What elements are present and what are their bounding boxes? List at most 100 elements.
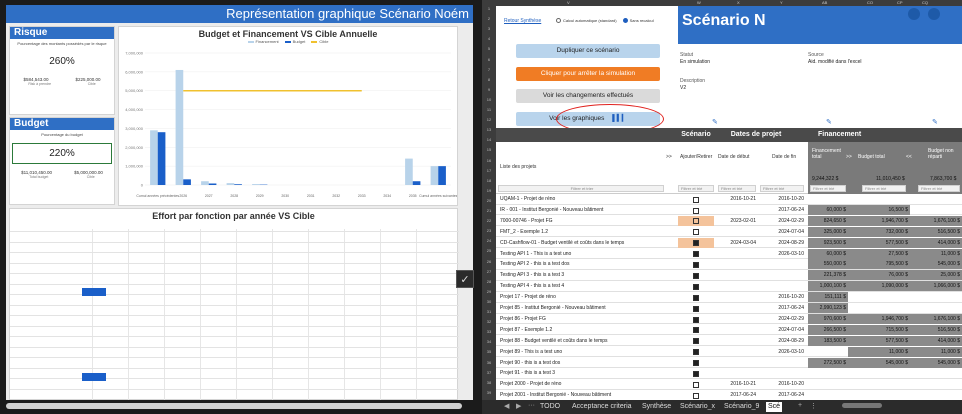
table-row[interactable]: Projet 90 - this is a test dos 272,500 $5… [496, 357, 962, 368]
row-number[interactable]: 39 [482, 390, 496, 395]
table-row[interactable]: Projet 86 - Projet FG 2024-02-29 970,600 $… [496, 313, 962, 325]
row-number[interactable]: 29 [482, 289, 496, 294]
edit-status-icon[interactable]: ✎ [712, 118, 718, 126]
row-number[interactable]: 13 [482, 127, 496, 132]
row-number[interactable]: 38 [482, 380, 496, 385]
row-number[interactable]: 7 [482, 67, 496, 72]
tab-synthese[interactable]: Synthèse [642, 402, 671, 412]
filter-start[interactable]: Filtrer et trié [718, 185, 756, 192]
row-number[interactable]: 21 [482, 208, 496, 213]
table-row[interactable]: CD-Cashflow-01 - Budget ventilé et coûts… [496, 237, 962, 249]
project-checkbox[interactable] [693, 360, 699, 367]
table-row[interactable]: Projet 17 - Projet de réno 2016-10-20 151,… [496, 292, 962, 303]
filter-add[interactable]: Filtrer et trié [678, 185, 714, 192]
row-number[interactable]: 25 [482, 248, 496, 253]
edit-description-icon[interactable]: ✎ [932, 118, 938, 126]
row-number[interactable]: 17 [482, 168, 496, 173]
project-checkbox[interactable] [693, 272, 699, 279]
row-number[interactable]: 18 [482, 178, 496, 183]
row-number[interactable]: 36 [482, 360, 496, 365]
row-number[interactable]: 9 [482, 87, 496, 92]
add-sheet-icon[interactable]: + [798, 402, 802, 409]
tab-nav-prev[interactable]: ◀ [504, 402, 509, 410]
project-checkbox[interactable] [693, 229, 699, 236]
row-number[interactable]: 31 [482, 309, 496, 314]
row-number[interactable]: 12 [482, 117, 496, 122]
project-checkbox[interactable] [693, 316, 699, 323]
project-checkbox[interactable] [693, 283, 699, 290]
view-changes-button[interactable]: Voir les changements effectués [516, 89, 660, 103]
row-number[interactable]: 4 [482, 36, 496, 41]
project-checkbox[interactable] [693, 207, 699, 214]
header-budget-collapse[interactable]: << [906, 154, 912, 160]
tab-nav-next[interactable]: ▶ [516, 402, 521, 410]
table-row[interactable]: Projet 2000 - Projet de réno 2016-10-21 20… [496, 379, 962, 390]
stop-simulation-button[interactable]: Cliquer pour arrêter la simulation [516, 67, 660, 81]
row-number[interactable]: 34 [482, 339, 496, 344]
tab-scenario-current[interactable]: Scé [766, 402, 783, 412]
filter-funding[interactable]: Filtrer et trié [810, 185, 846, 192]
row-number[interactable]: 35 [482, 349, 496, 354]
table-row[interactable]: Projet 87 - Exemple 1.2 2024-07-04 266,500… [496, 324, 962, 336]
row-number[interactable]: 2 [482, 16, 496, 21]
table-row[interactable]: Projet 85 - Institut Bergonié - Nouveau … [496, 303, 962, 314]
back-to-synthesis-link[interactable]: Retour Synthèse [504, 18, 541, 24]
row-number[interactable]: 5 [482, 46, 496, 51]
project-checkbox[interactable] [693, 338, 699, 345]
project-checkbox[interactable] [693, 305, 699, 312]
row-number[interactable]: 16 [482, 158, 496, 163]
row-number[interactable]: 3 [482, 26, 496, 31]
tab-todo[interactable]: TODO [540, 402, 560, 412]
table-row[interactable]: Testing API 3 - this is a test 3 221,378 … [496, 270, 962, 281]
table-row[interactable]: Projet 88 - Budget ventilé et coûts dans… [496, 335, 962, 347]
table-row[interactable]: Testing API 2 - this is a test dos 550,00… [496, 259, 962, 270]
project-checkbox[interactable] [693, 392, 699, 399]
row-number[interactable]: 32 [482, 319, 496, 324]
row-number[interactable]: 28 [482, 279, 496, 284]
radio-auto[interactable]: Calcul automatique (standard) [556, 18, 617, 24]
header-funding-expand[interactable]: >> [846, 154, 852, 160]
header-expand[interactable]: >> [666, 154, 672, 160]
table-row[interactable]: UQAM-1 - Projet de réno 2016-10-21 2016-10… [496, 194, 962, 205]
row-number[interactable]: 15 [482, 147, 496, 152]
radio-no-recalc[interactable]: Sans recalcul [622, 18, 654, 24]
table-row[interactable]: IR - 001 - Institut Bergonié - Nouveau b… [496, 204, 962, 216]
row-number[interactable]: 27 [482, 269, 496, 274]
filter-projects[interactable]: Filtrer et trier [498, 185, 664, 192]
right-horizontal-scrollbar[interactable] [842, 403, 882, 408]
project-checkbox[interactable] [693, 251, 699, 258]
row-number[interactable]: 6 [482, 57, 496, 62]
edit-source-icon[interactable]: ✎ [826, 118, 832, 126]
effort-chart[interactable]: Effort par fonction par année VS Cible [9, 208, 459, 400]
table-row[interactable]: FMT_2 - Exemple 1.2 2024-07-04 325,000 $73… [496, 226, 962, 238]
project-checkbox[interactable] [693, 240, 699, 247]
budget-funding-chart[interactable]: Budget et Financement VS Cible Annuelle … [118, 26, 458, 206]
row-number[interactable]: 22 [482, 218, 496, 223]
tab-acceptance[interactable]: Acceptance criteria [572, 402, 632, 412]
row-number[interactable]: 10 [482, 97, 496, 102]
project-checkbox[interactable] [693, 262, 699, 269]
tab-menu-icon[interactable]: ⋮ [810, 402, 817, 410]
row-number[interactable]: 19 [482, 188, 496, 193]
tab-nav-more[interactable]: ··· [528, 402, 535, 409]
tab-scenario-9[interactable]: Scénario_9 [724, 402, 759, 412]
row-number[interactable]: 11 [482, 107, 496, 112]
row-number[interactable]: 1 [482, 6, 496, 11]
row-number[interactable]: 37 [482, 370, 496, 375]
project-checkbox[interactable] [693, 327, 699, 334]
project-checkbox[interactable] [693, 381, 699, 388]
table-row[interactable]: 7000-00746 - Projet FG 2023-02-01 2024-02-… [496, 215, 962, 227]
table-row[interactable]: Projet 91 - this is a test 3 [496, 368, 962, 379]
checkmark-icon[interactable]: ✓ [456, 270, 474, 288]
project-checkbox[interactable] [693, 371, 699, 378]
table-row[interactable]: Projet 2001 - Institut Bergonié - Nouvea… [496, 390, 962, 400]
duplicate-scenario-button[interactable]: Dupliquer ce scénario [516, 44, 660, 58]
filter-budget[interactable]: Filtrer et trié [862, 185, 906, 192]
row-number[interactable]: 30 [482, 299, 496, 304]
row-number[interactable]: 24 [482, 238, 496, 243]
project-checkbox[interactable] [693, 294, 699, 301]
left-horizontal-scrollbar[interactable] [6, 403, 462, 409]
project-checkbox[interactable] [693, 218, 699, 225]
row-number[interactable]: 26 [482, 259, 496, 264]
table-row[interactable]: Projet 89 - This is a test uno 2026-03-10… [496, 346, 962, 358]
